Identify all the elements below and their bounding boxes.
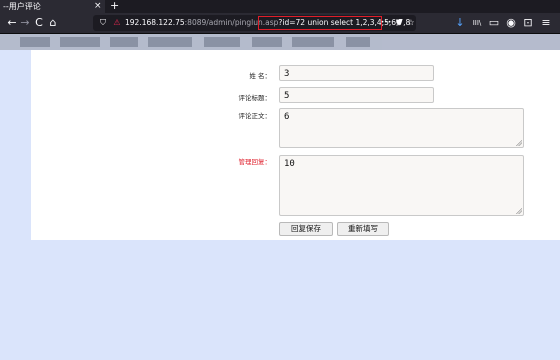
highlight-box bbox=[258, 16, 382, 30]
tab-title: --用户评论 bbox=[3, 2, 41, 11]
pocket-icon[interactable]: ⛊ bbox=[393, 16, 405, 30]
shield-icon[interactable]: ⛉ bbox=[97, 16, 109, 30]
account-icon[interactable]: ◉ bbox=[503, 15, 519, 31]
reply-textarea[interactable]: 10 bbox=[279, 155, 524, 216]
title-label: 评论标题： bbox=[238, 94, 272, 102]
home-icon[interactable]: ⌂ bbox=[45, 15, 61, 31]
menu-icon[interactable]: ≡ bbox=[538, 15, 554, 31]
content-text: 6 bbox=[284, 112, 290, 122]
resize-handle-icon[interactable] bbox=[516, 208, 522, 214]
url-host: 192.168.122.75 bbox=[125, 18, 185, 27]
name-label: 姓 名： bbox=[249, 72, 271, 80]
save-reply-button[interactable]: 回复保存 bbox=[279, 222, 333, 236]
tab-active[interactable]: --用户评论 × bbox=[0, 0, 105, 13]
bookmark-star-icon[interactable]: ☆ bbox=[405, 16, 417, 30]
reply-label: 管理回复： bbox=[238, 158, 272, 166]
sidebar-icon[interactable]: ▭ bbox=[486, 15, 502, 31]
page-actions-icon[interactable]: ••• bbox=[380, 16, 392, 30]
resize-handle-icon[interactable] bbox=[516, 140, 522, 146]
library-icon[interactable]: III\ bbox=[469, 15, 485, 31]
download-icon[interactable]: ↓ bbox=[452, 15, 468, 31]
name-field[interactable]: 3 bbox=[279, 65, 434, 81]
new-tab-button[interactable]: + bbox=[110, 0, 119, 12]
lock-warning-icon[interactable]: ⚠ bbox=[111, 16, 123, 30]
close-icon[interactable]: × bbox=[94, 0, 102, 13]
title-field[interactable]: 5 bbox=[279, 87, 434, 103]
content-label: 评论正文： bbox=[238, 112, 272, 120]
reset-button[interactable]: 重新填写 bbox=[337, 222, 389, 236]
comment-form-panel: 姓 名： 3 评论标题： 5 评论正文： 6 管理回复： 10 回复保存 重新填… bbox=[31, 50, 560, 240]
tab-strip: --用户评论 × + bbox=[0, 0, 560, 13]
extensions-icon[interactable]: ⊡ bbox=[520, 15, 536, 31]
content-textarea[interactable]: 6 bbox=[279, 108, 524, 148]
bookmarks-bar bbox=[0, 34, 560, 50]
reply-text: 10 bbox=[284, 159, 295, 169]
